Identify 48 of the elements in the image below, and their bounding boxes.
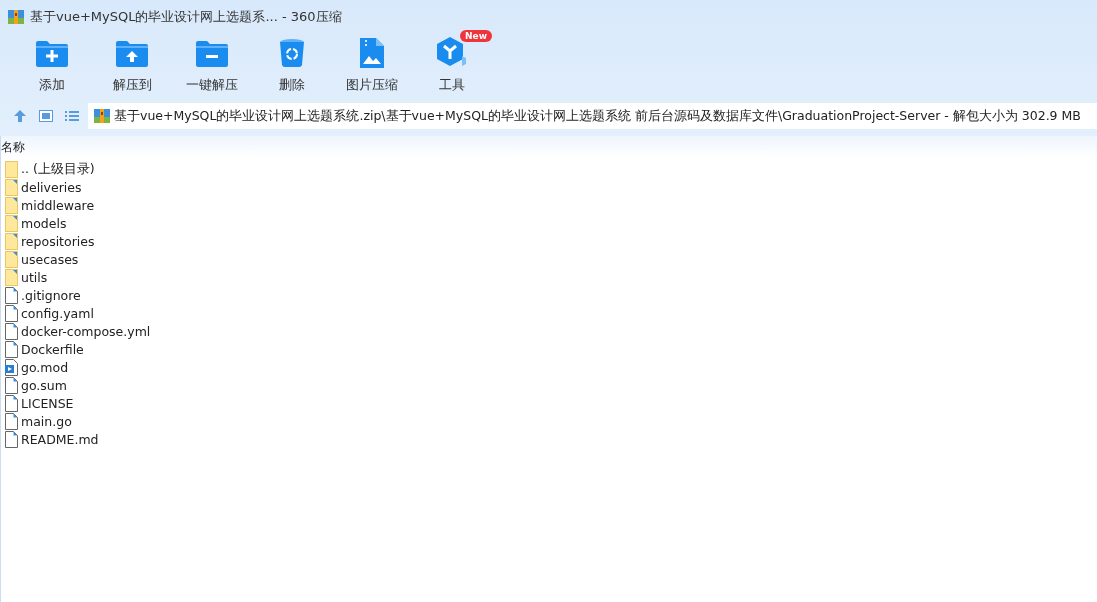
folder-shortcut-icon [5, 214, 18, 232]
file-name[interactable]: deliveries [21, 179, 82, 195]
document-icon [5, 304, 18, 322]
toolbar-button[interactable]: 解压到 [92, 34, 172, 100]
file-name[interactable]: usecases [21, 251, 79, 267]
toolbar-button[interactable]: 删除 [252, 34, 332, 100]
file-name[interactable]: middleware [21, 197, 95, 213]
folder-minus-icon [195, 40, 229, 68]
new-badge: New [460, 30, 492, 42]
image-file-icon [360, 38, 384, 68]
document-icon [5, 322, 18, 340]
archive-icon [94, 108, 110, 124]
toolbar-button[interactable]: 添加 [12, 34, 92, 100]
file-name[interactable]: .gitignore [21, 287, 81, 303]
file-name[interactable]: go.sum [21, 377, 67, 393]
file-name[interactable]: go.mod [21, 359, 69, 375]
file-name[interactable]: .. (上级目录) [21, 160, 95, 178]
archive-icon [8, 9, 24, 25]
folder-shortcut-icon [5, 250, 18, 268]
file-name[interactable]: repositories [21, 233, 95, 249]
folder-shortcut-icon [5, 268, 18, 286]
folder-shortcut-icon [5, 178, 18, 196]
file-name[interactable]: Dockerfile [21, 341, 84, 357]
file-name[interactable]: utils [21, 269, 48, 285]
window-title: 基于vue+MySQL的毕业设计网上选题系... - 360压缩 [30, 8, 342, 26]
file-name[interactable]: LICENSE [21, 395, 74, 411]
recycle-bin-icon [279, 38, 305, 68]
document-icon [5, 340, 18, 358]
folder-plus-icon [35, 40, 69, 68]
document-icon [5, 286, 18, 304]
toolbar-button[interactable]: 图片压缩 [332, 34, 412, 100]
address-field[interactable]: 基于vue+MySQL的毕业设计网上选题系统.zip\基于vue+MySQL的毕业设计网上选题系统 前后台源码及数据库文件\GraduationProject-Server - 解包大小为 302.9 MB [88, 103, 1097, 129]
file-name[interactable]: main.go [21, 413, 72, 429]
folder-shortcut-icon [5, 196, 18, 214]
folder-icon [5, 160, 18, 178]
document-icon [5, 430, 18, 448]
document-icon [5, 412, 18, 430]
file-name[interactable]: config.yaml [21, 305, 94, 321]
toolbar-button[interactable]: 一键解压 [172, 34, 252, 100]
file-name[interactable]: models [21, 215, 67, 231]
file-name[interactable]: README.md [21, 431, 99, 447]
folder-shortcut-icon [5, 232, 18, 250]
file-name[interactable]: docker-compose.yml [21, 323, 151, 339]
column-header[interactable]: 名称 [1, 138, 25, 156]
folder-upload-icon [115, 40, 149, 68]
document-icon [5, 376, 18, 394]
document-play-icon [5, 358, 18, 376]
document-icon [5, 394, 18, 412]
